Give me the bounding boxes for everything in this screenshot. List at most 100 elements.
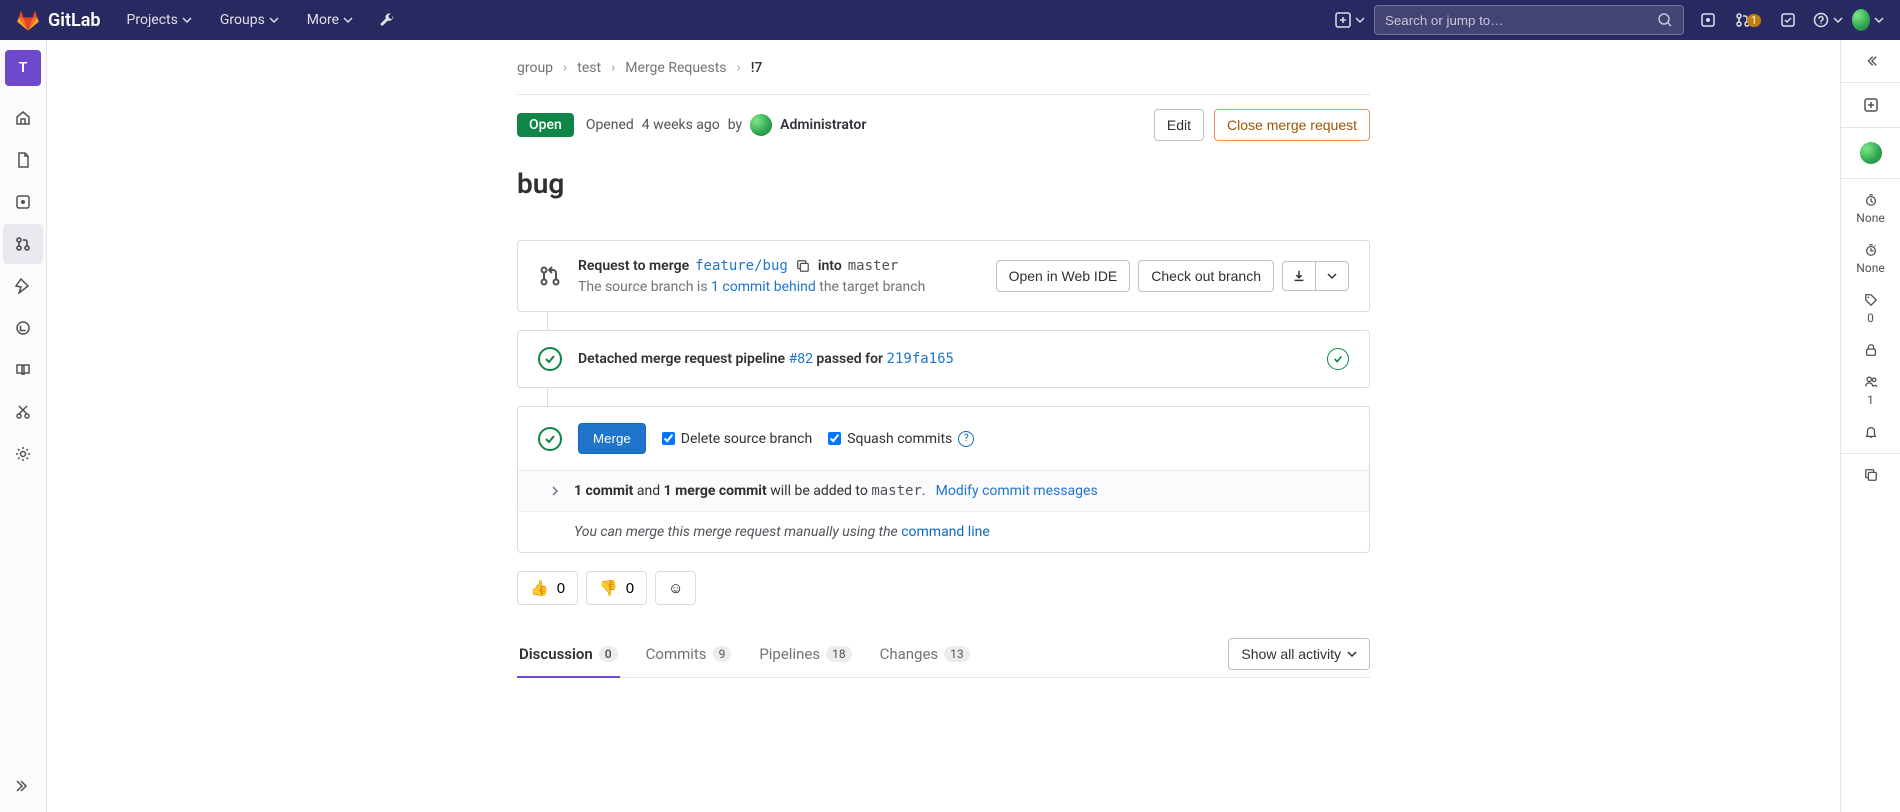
mr-tabs-bar: Discussion 0 Commits 9 Pipelines 18 Chan… [517,631,1370,678]
merge-request-icon [538,264,562,288]
user-menu[interactable] [1852,4,1884,36]
status-badge: Open [517,113,574,137]
tab-commits[interactable]: Commits 9 [644,631,734,677]
rail-snippets-icon[interactable] [3,392,43,432]
labels-item[interactable]: 0 [1841,285,1900,333]
edit-button[interactable]: Edit [1154,109,1204,141]
thumbs-down-count: 0 [626,580,634,597]
ready-to-merge-icon [538,427,562,451]
nav-groups[interactable]: Groups [210,6,289,34]
connector-line [547,388,548,406]
rail-merge-requests-icon[interactable] [3,224,43,264]
global-search[interactable] [1374,5,1684,35]
tanuki-icon [16,8,40,32]
breadcrumb-group[interactable]: group [517,60,553,76]
smiley-icon: ☺ [668,580,683,597]
rail-ci-icon[interactable] [3,266,43,306]
pipeline-sha-link[interactable]: 219fa165 [887,351,954,367]
behind-link[interactable]: 1 commit behind [711,279,816,295]
labels-count: 0 [1867,311,1874,325]
nav-more-label: More [307,12,339,28]
commit-summary-row: 1 commit and 1 merge commit will be adde… [518,470,1369,511]
merge-button[interactable]: Merge [578,423,646,454]
page-title: bug [517,167,1370,200]
main-content: group › test › Merge Requests › !7 Open … [47,40,1840,812]
help-icon[interactable]: ? [958,431,974,447]
chevron-down-icon [1833,15,1843,25]
squash-checkbox[interactable]: Squash commits ? [828,431,974,447]
rail-settings-icon[interactable] [3,434,43,474]
commits-count: 9 [713,646,732,662]
show-activity-dropdown[interactable]: Show all activity [1228,638,1370,670]
download-icon[interactable] [1282,261,1316,291]
request-panel: Request to merge feature/bug into master… [517,240,1370,312]
source-branch[interactable]: feature/bug [695,258,788,274]
tab-changes[interactable]: Changes 13 [878,631,972,677]
time-tracking-item[interactable]: None [1841,235,1900,283]
add-todo-icon[interactable] [1841,89,1900,121]
command-line-link[interactable]: command line [901,524,990,540]
plus-dropdown[interactable] [1334,4,1366,36]
open-ide-button[interactable]: Open in Web IDE [996,260,1131,292]
thumbs-down-button[interactable]: 👎0 [586,571,647,605]
delete-branch-label: Delete source branch [681,431,812,447]
tab-discussion[interactable]: Discussion 0 [517,631,620,677]
mr-count-badge: 1 [1747,14,1761,27]
time-tracking-value: None [1856,261,1884,275]
sub-post: the target branch [819,279,925,295]
nav-more[interactable]: More [297,6,363,34]
delete-branch-input[interactable] [662,432,675,445]
rail-repo-icon[interactable] [3,140,43,180]
assignee-item[interactable] [1841,134,1900,172]
divider [517,94,1370,95]
breadcrumb-project[interactable]: test [577,60,601,76]
avatar [1860,142,1882,164]
rail-issues-icon[interactable] [3,182,43,222]
squash-input[interactable] [828,432,841,445]
rail-home-icon[interactable] [3,98,43,138]
chevron-down-icon[interactable] [1315,261,1349,291]
milestone-item[interactable]: None [1841,185,1900,233]
project-tile[interactable]: T [5,50,41,86]
chevron-right-icon: › [737,60,741,76]
gitlab-logo-block[interactable]: GitLab [16,8,101,32]
notifications-item[interactable] [1841,417,1900,447]
author-link[interactable]: Administrator [780,117,866,133]
download-dropdown[interactable] [1282,261,1349,291]
chevron-right-icon[interactable] [550,486,560,496]
chevron-right-icon: › [611,60,615,76]
rail-collapse-icon[interactable] [3,766,43,806]
checkout-branch-button[interactable]: Check out branch [1138,260,1274,292]
todos-shortcut-icon[interactable] [1772,4,1804,36]
and-word: and [637,483,660,499]
rail-wiki-icon[interactable] [3,350,43,390]
will-be-added: will be added to [770,483,868,499]
tab-pipelines[interactable]: Pipelines 18 [757,631,853,677]
chevron-right-icon: › [563,60,567,76]
admin-wrench-icon[interactable] [371,4,403,36]
breadcrumb-mrs[interactable]: Merge Requests [625,60,726,76]
issues-shortcut-icon[interactable] [1692,4,1724,36]
close-mr-button[interactable]: Close merge request [1214,109,1370,141]
reference-copy-item[interactable] [1841,460,1900,490]
delete-branch-checkbox[interactable]: Delete source branch [662,431,812,447]
help-dropdown[interactable] [1812,4,1844,36]
by-label: by [728,117,742,133]
lock-item[interactable] [1841,335,1900,365]
nav-projects[interactable]: Projects [117,6,202,34]
rail-operations-icon[interactable] [3,308,43,348]
thumbs-up-count: 0 [557,580,565,597]
stage-passed-icon[interactable] [1327,348,1349,370]
collapse-sidebar-icon[interactable] [1841,46,1900,76]
thumbs-up-button[interactable]: 👍0 [517,571,578,605]
pipeline-number-link[interactable]: #82 [789,351,813,367]
merge-requests-shortcut-icon[interactable]: 1 [1732,4,1764,36]
search-input[interactable] [1385,13,1657,28]
one-merge-commit: 1 merge commit [664,483,767,499]
modify-commit-messages-link[interactable]: Modify commit messages [936,483,1098,499]
copy-icon[interactable] [794,257,812,275]
breadcrumb-mr-id: !7 [751,60,763,76]
add-reaction-button[interactable]: ☺ [655,571,696,605]
participants-item[interactable]: 1 [1841,367,1900,415]
search-icon [1657,12,1673,28]
